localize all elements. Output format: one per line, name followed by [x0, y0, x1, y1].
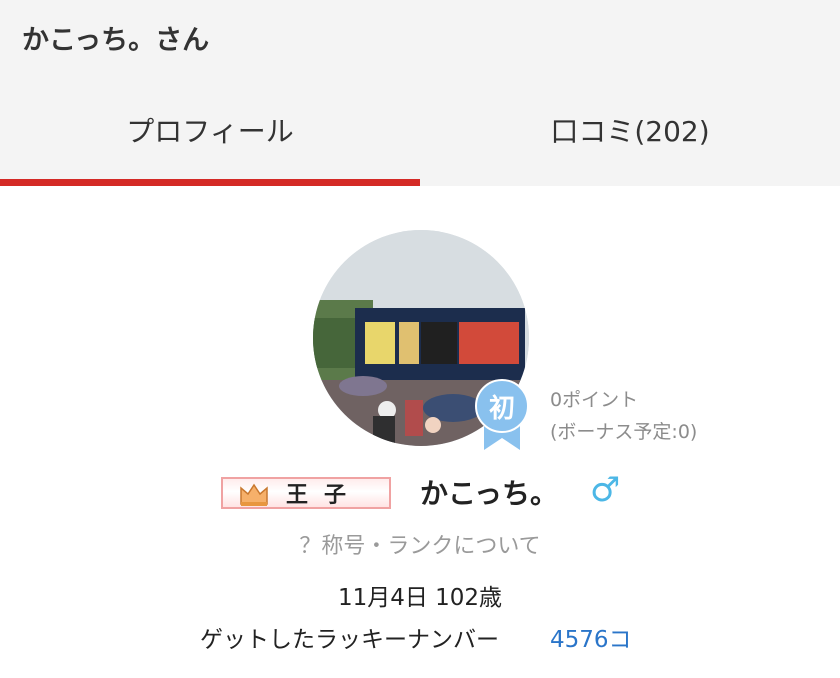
crown-icon — [240, 483, 268, 506]
bonus-points: (ボーナス予定:0) — [550, 421, 698, 443]
rank-help-link[interactable]: ？称号・ランクについて — [0, 528, 840, 560]
rank-badge-text: 初 — [489, 394, 515, 424]
points-value: 0ポイント — [550, 389, 639, 411]
name-row: 王子 かこっち。 ♂ — [0, 470, 840, 514]
tab-bar: プロフィール 口コミ(202) — [0, 90, 840, 186]
page-title: かこっち。さん — [22, 25, 210, 56]
title-badge-text: 王子 — [285, 483, 362, 508]
header: かこっち。さん プロフィール 口コミ(202) — [0, 0, 840, 186]
birthday-age: 11月4日 102歳 — [337, 585, 503, 611]
lucky-number-link[interactable]: 4576コ — [550, 620, 632, 654]
lucky-number-label: ゲットしたラッキーナンバー — [200, 627, 499, 653]
title-badge: 王子 — [221, 477, 391, 509]
points-info: 0ポイント (ボーナス予定:0) — [550, 384, 697, 448]
active-tab-indicator — [0, 179, 420, 186]
user-name: かこっち。 — [420, 477, 559, 510]
tab-reviews[interactable]: 口コミ(202) — [420, 90, 840, 186]
male-icon: ♂ — [590, 470, 621, 510]
tab-profile[interactable]: プロフィール — [0, 90, 420, 186]
beginner-rank-icon: 初 — [475, 379, 529, 450]
